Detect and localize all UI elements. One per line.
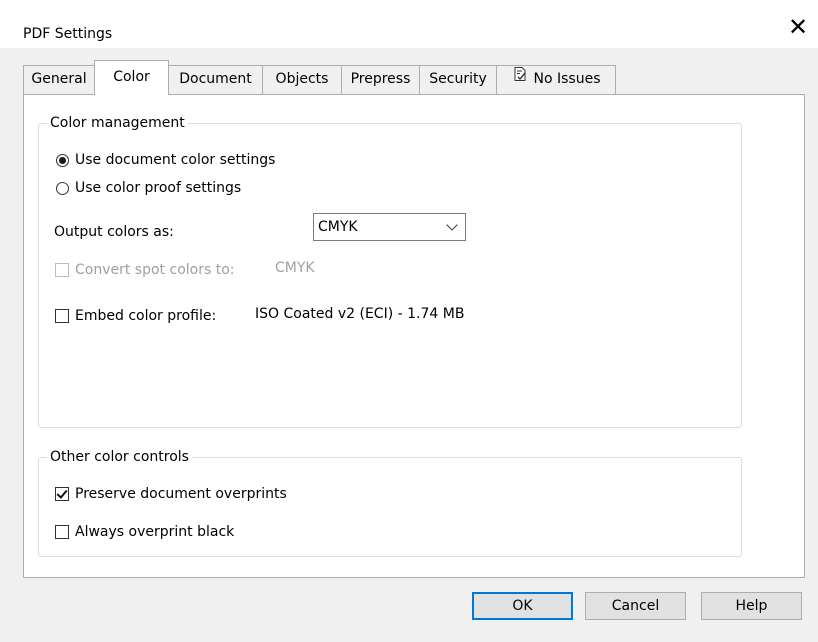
use-document-color-settings-label: Use document color settings [75,152,276,168]
cancel-button[interactable]: Cancel [585,592,686,620]
tab-document-label: Document [179,71,252,87]
tab-general-label: General [31,71,87,87]
tab-general[interactable]: General [23,65,95,94]
help-button[interactable]: Help [701,592,802,620]
title-bar: PDF Settings ✕ [0,0,818,48]
tab-color[interactable]: Color [94,60,169,95]
embed-color-profile-checkbox[interactable] [55,309,69,323]
always-overprint-black-label: Always overprint black [75,524,235,540]
convert-spot-colors-option: Convert spot colors to: [55,260,234,280]
always-overprint-black-option[interactable]: Always overprint black [55,522,234,542]
preserve-document-overprints-checkbox[interactable] [55,487,69,501]
embed-color-profile-label: Embed color profile: [75,308,217,324]
tab-prepress[interactable]: Prepress [341,65,420,94]
use-color-proof-settings-label: Use color proof settings [75,180,242,196]
tab-no-issues-label: No Issues [533,71,601,87]
preserve-document-overprints-label: Preserve document overprints [75,486,287,502]
chevron-down-icon [446,219,458,231]
embed-color-profile-option[interactable]: Embed color profile: [55,306,216,326]
tab-objects[interactable]: Objects [262,65,342,94]
color-tab-panel: Color management Use document color sett… [23,94,805,578]
tab-prepress-label: Prepress [350,71,411,87]
output-colors-label: Output colors as: [54,224,174,240]
output-colors-select[interactable]: CMYK [313,213,466,241]
tab-security[interactable]: Security [419,65,497,94]
other-color-controls-heading: Other color controls [47,447,192,467]
tab-document[interactable]: Document [168,65,263,94]
color-management-heading: Color management [47,113,188,133]
close-icon[interactable]: ✕ [785,14,811,40]
preserve-document-overprints-option[interactable]: Preserve document overprints [55,484,287,504]
dialog-title: PDF Settings [23,26,113,42]
tab-no-issues[interactable]: No Issues [496,65,616,94]
tab-objects-label: Objects [275,71,329,87]
tab-security-label: Security [429,71,487,87]
radio-button-selected[interactable] [56,153,69,167]
always-overprint-black-checkbox[interactable] [55,525,69,539]
use-color-proof-settings-radio[interactable]: Use color proof settings [56,178,241,198]
convert-spot-colors-label: Convert spot colors to: [75,262,235,278]
other-color-controls-group: Other color controls [38,447,742,557]
radio-button[interactable] [56,181,69,195]
convert-spot-colors-checkbox [55,263,69,277]
checked-document-icon [512,65,528,91]
use-document-color-settings-radio[interactable]: Use document color settings [56,150,275,170]
embed-color-profile-value: ISO Coated v2 (ECI) - 1.74 MB [255,306,465,322]
output-colors-value: CMYK [318,219,358,235]
ok-button[interactable]: OK [472,592,573,620]
tab-color-label: Color [113,69,150,85]
convert-spot-colors-value: CMYK [275,260,315,276]
